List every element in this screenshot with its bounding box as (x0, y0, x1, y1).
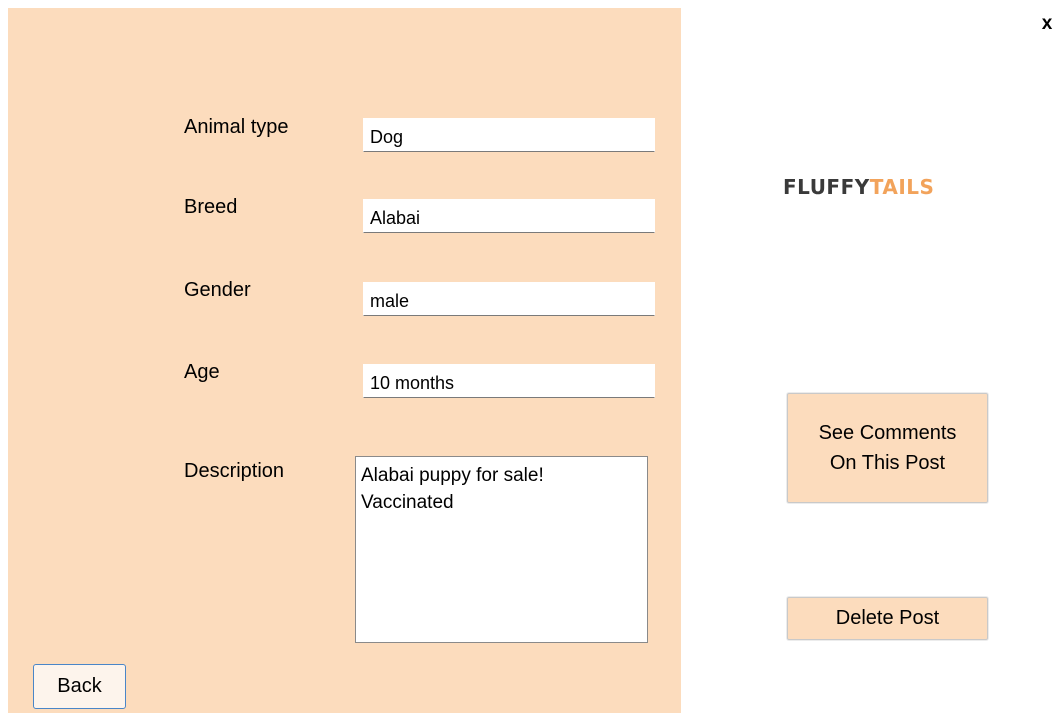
description-field[interactable]: Alabai puppy for sale! Vaccinated (355, 456, 648, 643)
gender-field[interactable] (363, 282, 655, 316)
logo-text-tails: TAILS (869, 175, 935, 199)
logo-text-fluffy: FLUFFY (783, 175, 870, 199)
see-comments-label-line2: On This Post (829, 452, 946, 474)
close-button[interactable]: x (1036, 12, 1057, 36)
animal-type-field[interactable] (363, 118, 655, 152)
delete-post-button[interactable]: Delete Post (787, 597, 988, 640)
age-field[interactable] (363, 364, 655, 398)
animal-type-label: Animal type (184, 116, 289, 138)
see-comments-label-line1: See Comments (818, 422, 957, 444)
gender-label: Gender (184, 279, 251, 301)
back-button[interactable]: Back (33, 664, 126, 709)
fluffytails-logo: FLUFFYTAILS (783, 175, 934, 199)
see-comments-button[interactable]: See Comments On This Post (787, 393, 988, 503)
breed-label: Breed (184, 196, 238, 218)
description-label: Description (184, 460, 285, 482)
age-label: Age (184, 361, 220, 383)
breed-field[interactable] (363, 199, 655, 233)
